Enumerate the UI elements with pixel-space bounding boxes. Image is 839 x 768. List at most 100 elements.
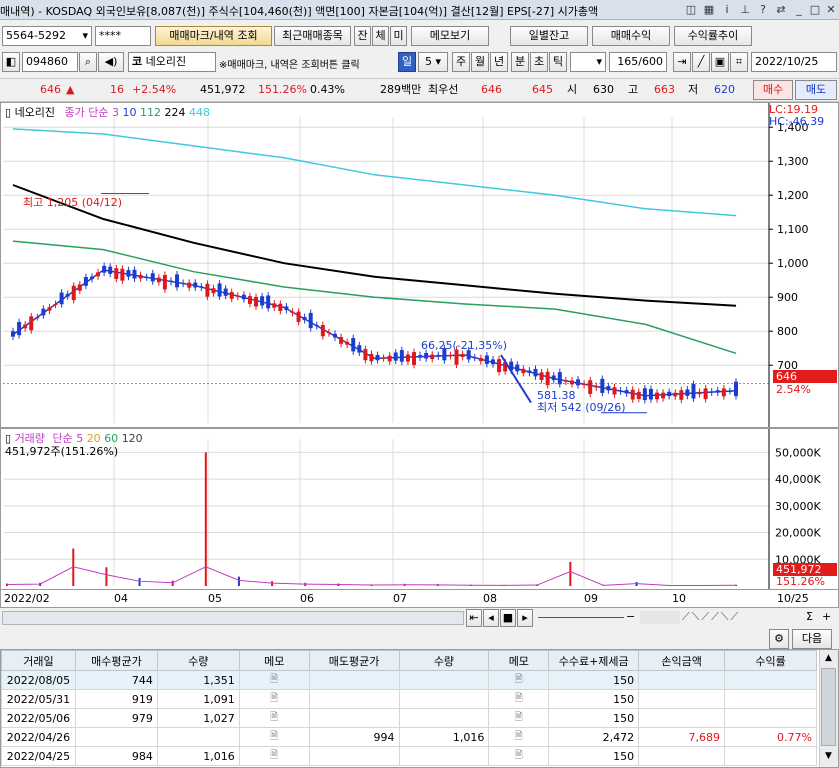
data-count-field[interactable]: 165/600 [609,52,667,72]
table-row[interactable]: 2022/05/31 919 1,091 🗎 🗎 150 [1,689,817,709]
candle-body [199,286,204,288]
stock-code-input[interactable]: 094860 [22,52,78,72]
candle-body [59,292,64,305]
zoom-out-button[interactable]: − [626,610,635,623]
candle-body [302,317,307,321]
period-month-button[interactable]: 월 [471,52,489,72]
vertical-scrollbar[interactable]: ▲ ▼ [819,650,838,767]
help-icon[interactable]: ? [755,2,771,17]
gear-icon[interactable]: ⚙ [769,629,789,649]
scroll-up-icon[interactable]: ▲ [820,650,837,666]
zoom-slider[interactable] [538,617,624,618]
recent-stocks-button[interactable]: 최근매매종목 [274,26,351,46]
buy-memo-icon[interactable]: 🗎 [238,670,310,690]
minimize-icon[interactable]: _ [791,2,807,17]
sell-qty [398,670,490,690]
next-icon[interactable]: ▸ [517,609,533,627]
candle-body [484,355,489,364]
col-header[interactable]: 매도평균가 [308,650,400,671]
prev-icon[interactable]: ◂ [483,609,499,627]
drawing-tools-icon[interactable]: ⟋⟍⟋⟋⟍⟋ [682,610,740,624]
maximize-icon[interactable]: □ [807,2,823,17]
candle-body [138,274,143,279]
zoom-fit-icon[interactable]: ⇥ [673,52,691,72]
col-header[interactable]: 메모 [238,650,310,671]
sell-memo-icon[interactable]: 🗎 [488,689,550,709]
period-day-count-select[interactable]: 5 ▾ [418,52,448,72]
profit-amount: 7,689 [638,727,726,747]
date-field[interactable]: 2022/10/25 [751,52,837,72]
search-icon[interactable]: ⌕ [79,52,97,72]
col-header[interactable]: 메모 [488,650,550,671]
memo-view-button[interactable]: 메모보기 [411,26,489,46]
period-year-button[interactable]: 년 [490,52,508,72]
table-row[interactable]: 2022/04/25 984 1,016 🗎 🗎 150 [1,746,817,766]
first-page-icon[interactable]: ⇤ [466,609,482,627]
account-select[interactable]: 5564-5292 ▾ [2,26,92,46]
interval-select[interactable]: ▾ [570,52,606,72]
transfer-icon[interactable]: ⇄ [773,2,789,17]
profit-amount [638,689,726,709]
daily-balance-button[interactable]: 일별잔고 [510,26,588,46]
table-row[interactable]: 2022/04/26 🗎 994 1,016 🗎 2,472 7,689 0.77% [1,727,817,747]
buy-memo-icon[interactable]: 🗎 [238,689,310,709]
col-header[interactable]: 수량 [156,650,240,671]
col-header[interactable]: 수수료+제세금 [548,650,640,671]
save-icon[interactable]: ▣ [711,52,729,72]
balance-button[interactable]: 잔 [354,26,371,46]
horizontal-scrollbar[interactable] [2,611,464,625]
settings-icon[interactable]: ⌗ [730,52,748,72]
close-icon[interactable]: ✕ [823,2,839,17]
col-header[interactable]: 수익률 [724,650,817,671]
period-tick-button[interactable]: 틱 [549,52,567,72]
sigma-button[interactable]: Σ [806,610,813,623]
buy-button[interactable]: 매수 [753,80,793,100]
volume-bar [171,580,174,586]
candle-body [685,389,690,396]
current-volume-pct: 151.26% [776,575,825,588]
chart-type-icon[interactable]: ╱ [692,52,710,72]
table-row[interactable]: 2022/08/05 744 1,351 🗎 🗎 150 [1,670,817,690]
volume-chart-panel: 50,000K 40,000K 30,000K 20,000K 10,000K ▯ 거래… [0,428,839,590]
table-row[interactable]: 2022/05/06 979 1,027 🗎 🗎 150 [1,708,817,728]
window-grid-icon[interactable]: ▦ [701,2,717,17]
scroll-thumb[interactable] [821,668,836,746]
layout-icon[interactable]: ◧ [2,52,20,72]
unfilled-button[interactable]: 미 [390,26,407,46]
sell-memo-icon[interactable]: 🗎 [488,708,550,728]
pin-icon[interactable]: ⊥ [737,2,753,17]
sound-icon[interactable]: ◀) [98,52,124,72]
sell-memo-icon[interactable]: 🗎 [488,746,550,766]
password-field[interactable]: **** [95,26,151,46]
candle-body [247,296,252,304]
buy-memo-icon[interactable]: 🗎 [238,708,310,728]
zoom-in-button[interactable]: + [822,610,831,623]
executed-button[interactable]: 체 [372,26,389,46]
sell-memo-icon[interactable]: 🗎 [488,727,550,747]
period-week-button[interactable]: 주 [452,52,470,72]
period-second-button[interactable]: 초 [530,52,548,72]
zoom-range[interactable] [640,611,680,624]
price-chart-svg[interactable]: 1,4001,3001,2001,1001,000900800700 [1,103,838,427]
buy-memo-icon[interactable]: 🗎 [238,746,310,766]
sell-button[interactable]: 매도 [795,80,837,100]
volume-chart-svg[interactable]: 50,000K40,000K30,000K20,000K10,000K [1,429,838,589]
period-minute-button[interactable]: 분 [511,52,529,72]
scroll-down-icon[interactable]: ▼ [820,748,837,764]
buy-memo-icon[interactable]: 🗎 [238,727,310,747]
stop-icon[interactable]: ■ [500,609,516,627]
period-day-button[interactable]: 일 [398,52,416,72]
col-header[interactable]: 손익금액 [638,650,726,671]
col-header[interactable]: 거래일 [1,650,76,671]
trade-marks-button[interactable]: 매매마크/내역 조회 [155,26,272,46]
info-icon[interactable]: i [719,2,735,17]
window-restore-icon[interactable]: ◫ [683,2,699,17]
col-header[interactable]: 수량 [398,650,490,671]
table-header-row: 거래일 매수평균가 수량 메모 매도평균가 수량 메모 수수료+제세금 손익금액… [1,650,817,671]
sell-memo-icon[interactable]: 🗎 [488,670,550,690]
trade-profit-button[interactable]: 매매수익 [592,26,670,46]
col-header[interactable]: 매수평균가 [74,650,158,671]
next-button[interactable]: 다음 [792,629,832,649]
candle-body [375,355,380,361]
return-trend-button[interactable]: 수익률추이 [674,26,752,46]
